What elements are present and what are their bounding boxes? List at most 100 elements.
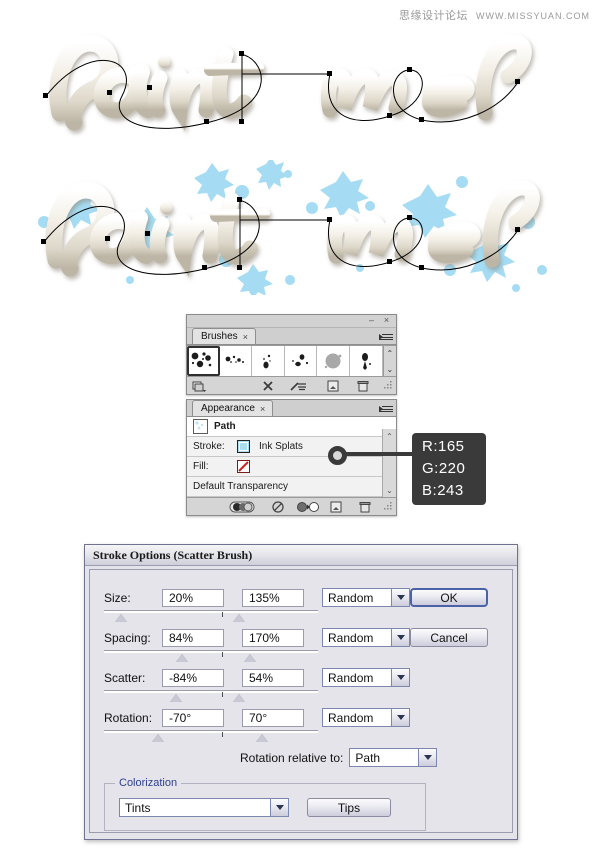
dialog-title: Stroke Options (Scatter Brush) <box>93 547 253 562</box>
brushes-panel-footer[interactable] <box>187 376 396 394</box>
scatter-mode-select[interactable]: Random <box>322 668 410 687</box>
spacing-slider[interactable] <box>104 650 318 662</box>
scroll-down-icon[interactable]: ⌄ <box>383 483 396 497</box>
minimize-icon[interactable]: – <box>367 316 376 325</box>
stroke-options-dialog[interactable]: Stroke Options (Scatter Brush) Size: 20%… <box>84 544 518 840</box>
colorization-group: Colorization Tints Tips <box>104 777 426 831</box>
brush-thumb-ink-splats[interactable] <box>187 346 220 376</box>
rotation-slider-thumb-max[interactable] <box>256 734 268 742</box>
chevron-down-icon[interactable] <box>391 709 409 726</box>
rotation-slider[interactable] <box>104 730 318 742</box>
colorization-method-select[interactable]: Tints <box>119 798 289 817</box>
rotation-relative-select[interactable]: Path <box>349 748 438 767</box>
splatter-thumb-icon <box>225 355 244 363</box>
ink-splats-thumb-icon <box>191 352 212 368</box>
cancel-button[interactable]: Cancel <box>410 628 488 647</box>
fill-none-swatch[interactable] <box>237 460 250 473</box>
brush-thumb-3[interactable] <box>252 346 285 376</box>
tab-appearance[interactable]: Appearance × <box>192 400 274 416</box>
rotation-min-input[interactable]: -70° <box>162 708 224 727</box>
brush-thumb-5[interactable] <box>317 346 350 376</box>
appearance-row-transparency[interactable]: Default Transparency <box>187 477 396 497</box>
rgb-red-line: R:165 <box>422 436 486 458</box>
rgb-blue-label: B: <box>422 482 438 499</box>
size-slider-thumb-max[interactable] <box>233 614 245 622</box>
close-icon[interactable]: × <box>382 316 391 325</box>
panel-menu-icon[interactable] <box>379 403 393 415</box>
spacing-mode-select[interactable]: Random <box>322 628 410 647</box>
spacing-mode-value: Random <box>328 630 374 645</box>
rotation-max-input[interactable]: 70° <box>242 708 304 727</box>
brush-thumb-4[interactable] <box>284 346 318 376</box>
scatter-max-input[interactable]: 54% <box>242 668 304 687</box>
delete-item-icon[interactable] <box>359 500 371 513</box>
colorization-legend: Colorization <box>115 777 182 789</box>
spacing-slider-thumb-min[interactable] <box>176 654 188 662</box>
size-max-input[interactable]: 135% <box>242 588 304 607</box>
transparency-label: Default Transparency <box>193 481 289 492</box>
paint-me-svg-2 <box>38 160 547 295</box>
chevron-down-icon[interactable] <box>391 669 409 686</box>
colorization-method-value: Tints <box>125 800 151 815</box>
tab-brushes[interactable]: Brushes × <box>192 328 256 344</box>
appearance-rows: Path Stroke: Ink Splats Fill: Default Tr… <box>187 417 396 497</box>
spacing-min-input[interactable]: 84% <box>162 628 224 647</box>
blob-thumb-icon <box>324 353 342 369</box>
dialog-titlebar[interactable]: Stroke Options (Scatter Brush) <box>85 545 517 566</box>
appearance-scrollbar[interactable]: ⌃ ⌄ <box>382 429 396 497</box>
artwork-paint-me-line1 <box>30 18 560 148</box>
size-min-input[interactable]: 20% <box>162 588 224 607</box>
scroll-down-icon[interactable]: ⌄ <box>384 362 396 376</box>
new-brush-icon[interactable] <box>327 379 339 392</box>
size-mode-select[interactable]: Random <box>322 588 410 607</box>
size-slider[interactable] <box>104 610 318 622</box>
stroke-color-swatch[interactable] <box>237 440 250 453</box>
field-row-scatter: Scatter: -84% 54% Random <box>104 668 410 687</box>
clear-appearance-icon[interactable] <box>272 500 284 513</box>
chevron-down-icon[interactable] <box>391 589 409 606</box>
size-slider-thumb-min[interactable] <box>115 614 127 622</box>
brush-thumb-6[interactable] <box>349 346 383 376</box>
appearance-item-path[interactable]: Path <box>187 417 396 437</box>
rgb-green-value: 220 <box>438 460 466 477</box>
appearance-panel-footer[interactable] <box>187 497 396 515</box>
resize-grip-icon[interactable] <box>384 379 393 392</box>
brush-thumbnail-strip[interactable]: ⌃ ⌄ <box>187 345 397 376</box>
brushes-panel[interactable]: – × Brushes × ⌃ ⌄ <box>186 314 397 395</box>
new-art-has-basic-appearance-icon[interactable] <box>229 500 255 513</box>
brush-options-icon[interactable] <box>290 379 308 392</box>
scatter-slider-thumb-max[interactable] <box>233 694 245 702</box>
reduce-to-basic-appearance-icon[interactable] <box>297 500 319 513</box>
scroll-up-icon[interactable]: ⌃ <box>384 346 396 360</box>
scatter-min-input[interactable]: -84% <box>162 668 224 687</box>
delete-brush-icon[interactable] <box>357 379 369 392</box>
tab-close-icon[interactable]: × <box>260 404 265 414</box>
panel-menu-icon[interactable] <box>379 331 393 343</box>
chevron-down-icon[interactable] <box>270 799 288 816</box>
duplicate-item-icon[interactable] <box>330 500 342 513</box>
tab-close-icon[interactable]: × <box>243 332 248 342</box>
artwork-paint-me-line2 <box>30 160 570 295</box>
appearance-row-fill[interactable]: Fill: <box>187 457 396 477</box>
tips-button[interactable]: Tips <box>307 798 391 817</box>
chevron-down-icon[interactable] <box>391 629 409 646</box>
scatter-slider[interactable] <box>104 690 318 702</box>
spacing-max-input[interactable]: 170% <box>242 628 304 647</box>
rotation-slider-thumb-min[interactable] <box>152 734 164 742</box>
scatter-slider-thumb-min[interactable] <box>170 694 182 702</box>
field-row-size: Size: 20% 135% Random <box>104 588 410 607</box>
dialog-body: Size: 20% 135% Random Spacing: 84% 170% … <box>89 569 513 833</box>
remove-brush-icon[interactable] <box>262 379 274 392</box>
scroll-up-icon[interactable]: ⌃ <box>383 429 396 443</box>
rotation-mode-select[interactable]: Random <box>322 708 410 727</box>
brush-thumb-2[interactable] <box>219 346 253 376</box>
ok-button[interactable]: OK <box>410 588 488 607</box>
spacing-slider-thumb-max[interactable] <box>244 654 256 662</box>
brush-libraries-icon[interactable] <box>192 379 206 392</box>
resize-grip-icon[interactable] <box>384 500 393 513</box>
brushes-scrollbar[interactable]: ⌃ ⌄ <box>382 346 397 376</box>
chevron-down-icon[interactable] <box>418 749 437 766</box>
paint-strokes-2 <box>45 180 540 277</box>
rotation-label: Rotation: <box>104 710 153 725</box>
appearance-panel[interactable]: Appearance × Path Stroke: Ink Splats Fil… <box>186 399 397 516</box>
